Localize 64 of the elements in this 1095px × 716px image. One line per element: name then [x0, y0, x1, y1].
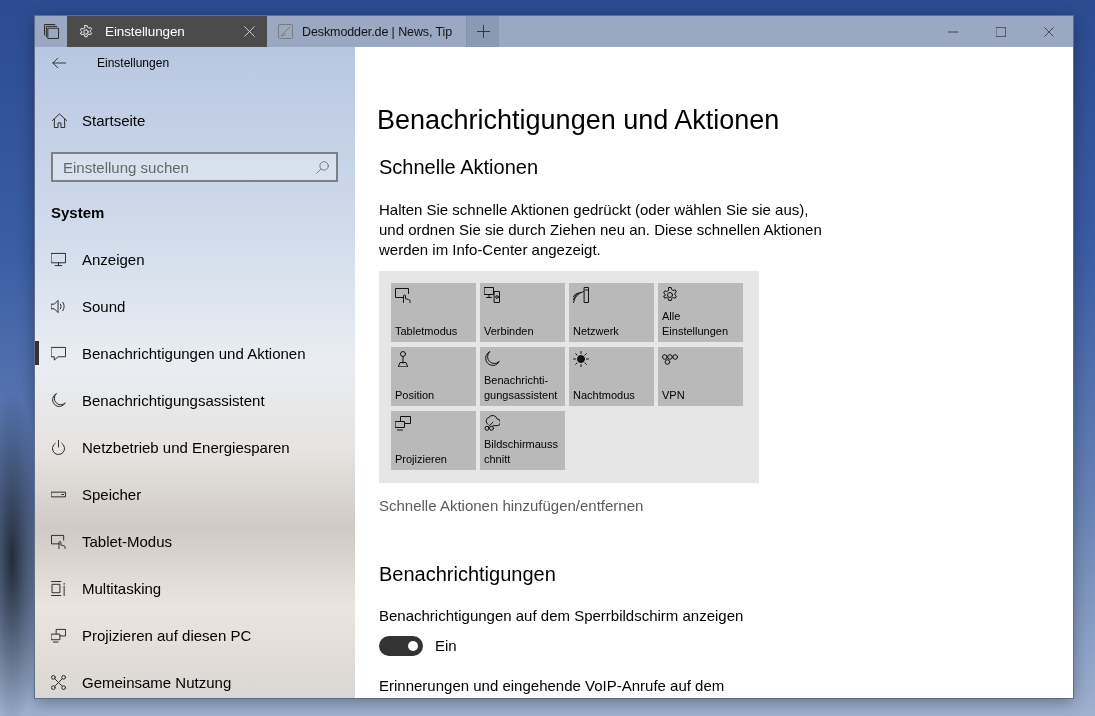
section-heading: System	[51, 203, 105, 223]
quick-action-tile[interactable]: Benachrichti-gungsassistent	[480, 347, 565, 406]
gear-icon	[79, 24, 93, 39]
gear-icon	[662, 287, 678, 303]
new-tab-button[interactable]	[467, 16, 499, 47]
nav-item[interactable]: Multitasking	[35, 573, 162, 603]
plus-icon	[476, 25, 490, 38]
tablet-hand-icon	[51, 533, 66, 549]
nav-item[interactable]: Netzbetrieb und Energiesparen	[35, 432, 290, 462]
add-remove-link[interactable]: Schnelle Aktionen hinzufügen/entfernen	[379, 496, 644, 516]
moon-icon	[51, 392, 66, 408]
nav-item[interactable]: Benachrichtigungsassistent	[35, 385, 265, 415]
toggle-state-label: Ein	[435, 636, 457, 656]
quick-action-tile[interactable]: Alle Einstellungen	[658, 283, 743, 342]
nav-item[interactable]: Anzeigen	[35, 244, 145, 274]
display-icon	[51, 251, 66, 267]
linked-rings-icon	[662, 351, 678, 367]
pin-person-icon	[395, 351, 411, 367]
page-title: Benachrichtigungen und Aktionen	[377, 104, 780, 137]
stacked-windows-icon	[43, 24, 59, 39]
quick-action-tile[interactable]: Tabletmodus	[391, 283, 476, 342]
share-nodes-icon	[51, 674, 66, 690]
quick-action-tile[interactable]: VPN	[658, 347, 743, 406]
quick-action-tile[interactable]: Bildschirmausschnitt	[480, 411, 565, 470]
app-title: Einstellungen	[97, 56, 170, 70]
search-icon	[316, 160, 329, 174]
setting-label: Erinnerungen und eingehende VoIP-Anrufe auf dem	[379, 676, 725, 696]
sun-icon	[573, 351, 589, 367]
nav-item[interactable]: Sound	[35, 291, 126, 321]
home-link[interactable]: Startseite	[35, 100, 146, 140]
close-icon	[1044, 26, 1054, 37]
monitor-speaker-icon	[484, 287, 500, 303]
description-text: Halten Sie schnelle Aktionen gedrückt (oder wählen Sie sie aus), und ordnen Sie sie durch Ziehen neu an. Diese schnellen Aktionen werden im Info-Center angezeigt.	[379, 200, 823, 260]
quick-action-tile[interactable]: Netzwerk	[569, 283, 654, 342]
nav-item[interactable]: Gemeinsame Nutzung	[35, 667, 232, 697]
nav-item[interactable]: Projizieren auf diesen PC	[35, 620, 252, 650]
back-arrow-icon	[52, 56, 66, 70]
signal-arcs-icon	[573, 287, 589, 303]
section-heading: Benachrichtigungen	[379, 562, 556, 587]
two-screens-icon	[51, 627, 66, 643]
nav-item[interactable]: Speicher	[35, 479, 142, 509]
toggle-switch[interactable]	[379, 636, 423, 656]
quick-action-tile[interactable]: Projizieren	[391, 411, 476, 470]
close-icon	[243, 26, 255, 37]
window-stack-icon	[51, 580, 66, 596]
home-icon	[52, 112, 67, 128]
speaker-icon	[51, 298, 66, 314]
nav-item[interactable]: Tablet-Modus	[35, 526, 173, 556]
quick-action-tile[interactable]: Position	[391, 347, 476, 406]
speech-bubble-icon	[51, 345, 66, 361]
cloud-scissors-icon	[484, 415, 500, 431]
power-icon	[51, 439, 66, 455]
quick-action-tile[interactable]: Verbinden	[480, 283, 565, 342]
nav-item[interactable]: Benachrichtigungen und Aktionen	[35, 338, 306, 368]
two-screens-icon	[395, 415, 411, 431]
tablet-hand-icon	[395, 287, 411, 303]
setting-label: Benachrichtigungen auf dem Sperrbildschirm anzeigen	[379, 606, 744, 626]
search-field[interactable]: Einstellung suchen	[51, 152, 338, 182]
browser-tab[interactable]: Einstellungen	[67, 16, 267, 47]
maximize-icon	[996, 26, 1006, 37]
section-heading: Schnelle Aktionen	[379, 155, 538, 180]
quick-action-tile[interactable]: Nachtmodus	[569, 347, 654, 406]
moon-icon	[484, 351, 500, 367]
brush-icon	[278, 24, 293, 39]
